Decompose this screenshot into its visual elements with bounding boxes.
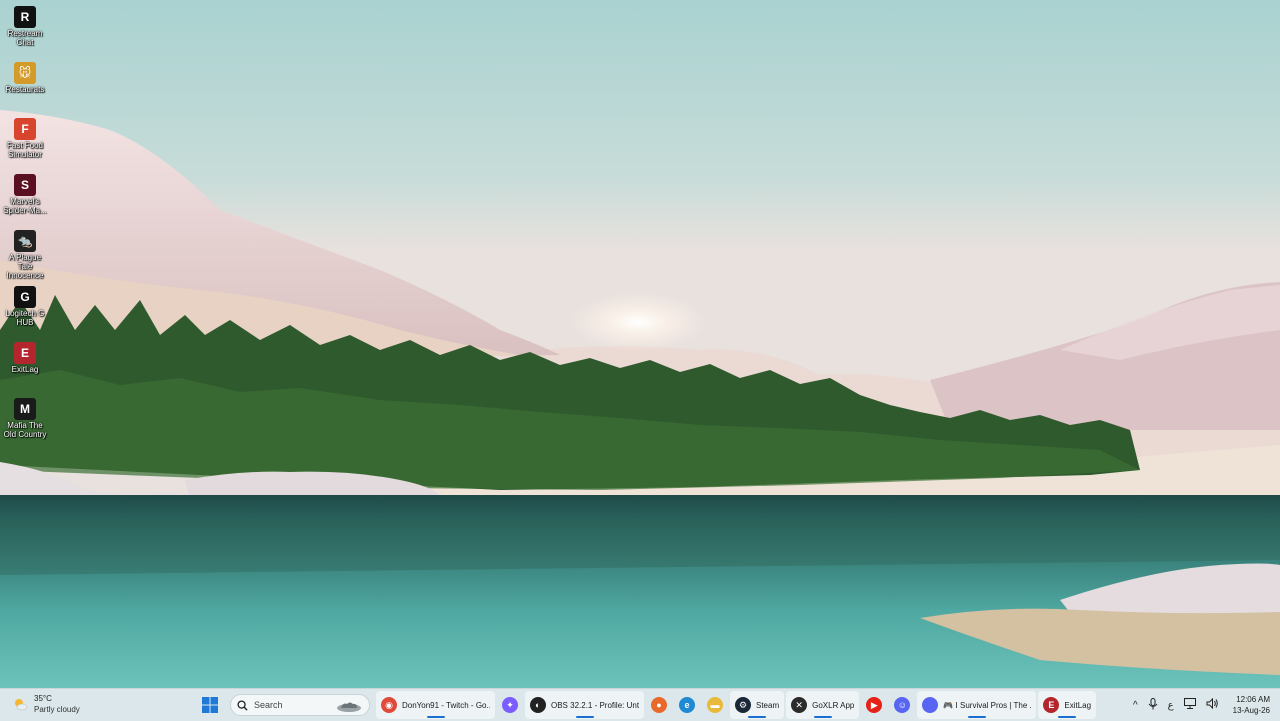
desktop-shortcut-label: Fast Food Simulator	[6, 141, 43, 159]
firefox-icon: ●	[651, 697, 667, 713]
desktop-shortcut[interactable]: 🐭 Restaurats	[0, 58, 50, 94]
clock-time: 12:06 AM	[1236, 695, 1270, 704]
steam-icon: ⚙	[735, 697, 751, 713]
desktop-shortcut-label: Restream Chat	[7, 29, 43, 47]
youtube-icon: ▶	[866, 697, 883, 713]
file-explorer-icon: ▬	[707, 697, 723, 713]
desktop-wallpaper	[0, 0, 1280, 688]
desktop-shortcut-label: A Plague Tale Innocence	[6, 253, 44, 280]
desktop-shortcut[interactable]: G Logitech G HUB	[0, 282, 50, 327]
taskbar-app-title: ExitLag	[1064, 700, 1092, 710]
edge-icon: e	[679, 697, 695, 713]
desktop-shortcut-label: Marvel's Spider-Ma...	[3, 197, 47, 215]
obs-icon: ◐	[530, 697, 546, 713]
desktop-shortcut-label: ExitLag	[11, 365, 39, 374]
taskbar-app-firefox[interactable]: ●	[646, 691, 672, 719]
restaurats-icon: 🐭	[14, 62, 36, 84]
desktop-shortcut-label: Logitech G HUB	[5, 309, 45, 327]
mafia-icon: M	[14, 398, 36, 420]
taskbar-app-title: 🎮 I Survival Pros | The ...	[943, 700, 1032, 710]
running-indicator	[813, 716, 832, 718]
logitech-ghub-icon: G	[14, 286, 36, 308]
desktop-shortcut[interactable]: F Fast Food Simulator	[0, 114, 50, 159]
search-highlight-icon	[337, 702, 361, 712]
search-icon	[237, 699, 248, 711]
taskbar-app-goxlr[interactable]: ✕ GoXLR App	[786, 691, 860, 719]
search-input[interactable]: Search	[230, 694, 370, 716]
taskbar-app-title: Steam	[756, 700, 780, 710]
keyboard-layout-icon[interactable]: ع	[1168, 700, 1174, 711]
partly-cloudy-icon	[12, 696, 28, 712]
taskbar-app-title: GoXLR App	[812, 700, 855, 710]
chrome-icon: ◉	[381, 697, 397, 713]
microphone-icon[interactable]	[1148, 697, 1158, 713]
taskbar-app-title: OBS 32.2.1 - Profile: Unt...	[551, 700, 639, 710]
goxlr-icon: ✕	[791, 697, 808, 713]
taskbar-app-exitlag-taskbar[interactable]: E ExitLag	[1038, 691, 1097, 719]
taskbar-app-list: ◉ DonYon91 - Twitch - Go... ✦ ◐ OBS 32.2.1 -…	[376, 691, 1097, 719]
desktop-shortcut-label: Restaurats	[5, 85, 45, 94]
exitlag-icon: E	[14, 342, 36, 364]
taskbar: 35°C Partly cloudy Search ◉ DonYon91 - T…	[0, 688, 1280, 721]
taskbar-app-discord-channel[interactable]: 🎮 I Survival Pros | The ...	[917, 691, 1037, 719]
taskbar-app-file-explorer[interactable]: ▬	[702, 691, 728, 719]
taskbar-app-steam[interactable]: ⚙ Steam	[730, 691, 785, 719]
running-indicator	[967, 716, 986, 718]
plague-tale-icon: 🐀	[14, 230, 36, 252]
spider-man-icon: S	[14, 174, 36, 196]
running-indicator	[426, 716, 445, 718]
running-indicator	[1058, 716, 1077, 718]
taskbar-center: Search ◉ DonYon91 - Twitch - Go... ✦ ◐ OBS 3…	[198, 689, 1097, 721]
desktop-shortcut[interactable]: 🐀 A Plague Tale Innocence	[0, 226, 50, 280]
desktop-shortcut[interactable]: E ExitLag	[0, 338, 50, 374]
running-indicator	[748, 716, 767, 718]
desktop-shortcut[interactable]: S Marvel's Spider-Ma...	[0, 170, 50, 215]
restream-icon: R	[14, 6, 36, 28]
taskbar-app-title: DonYon91 - Twitch - Go...	[402, 700, 490, 710]
weather-temperature: 35°C	[34, 694, 52, 703]
discord-icon: ☺	[894, 697, 911, 713]
desktop-shortcut[interactable]: M Mafia The Old Country	[0, 394, 50, 439]
taskbar-app-youtube[interactable]: ▶	[861, 691, 887, 719]
clock-date: 13-Aug-26	[1232, 706, 1270, 715]
desktop-shortcut-label: Mafia The Old Country	[3, 421, 47, 439]
weather-condition: Partly cloudy	[34, 705, 80, 714]
volume-icon[interactable]	[1206, 697, 1219, 712]
desktop-shortcut[interactable]: R Restream Chat	[0, 2, 50, 47]
taskbar-app-discord[interactable]: ☺	[889, 691, 915, 719]
taskbar-app-edge[interactable]: e	[674, 691, 700, 719]
system-tray: ^ ع 12:06 AM 13-Aug-26	[1133, 689, 1270, 721]
running-indicator	[575, 716, 594, 718]
weather-widget[interactable]: 35°C Partly cloudy	[12, 693, 80, 715]
discord-channel-icon	[922, 697, 939, 713]
exitlag-taskbar-icon: E	[1043, 697, 1060, 713]
taskbar-app-chrome[interactable]: ◉ DonYon91 - Twitch - Go...	[376, 691, 495, 719]
windows-logo-icon	[202, 697, 218, 713]
fast-food-simulator-icon: F	[14, 118, 36, 140]
taskbar-app-copilot[interactable]: ✦	[497, 691, 523, 719]
search-placeholder: Search	[254, 700, 283, 710]
taskbar-app-obs[interactable]: ◐ OBS 32.2.1 - Profile: Unt...	[525, 691, 644, 719]
copilot-icon: ✦	[502, 697, 518, 713]
start-button[interactable]	[198, 693, 222, 717]
show-hidden-icons-chevron-icon[interactable]: ^	[1133, 700, 1138, 711]
clock[interactable]: 12:06 AM 13-Aug-26	[1233, 694, 1270, 716]
network-icon[interactable]	[1183, 698, 1196, 712]
